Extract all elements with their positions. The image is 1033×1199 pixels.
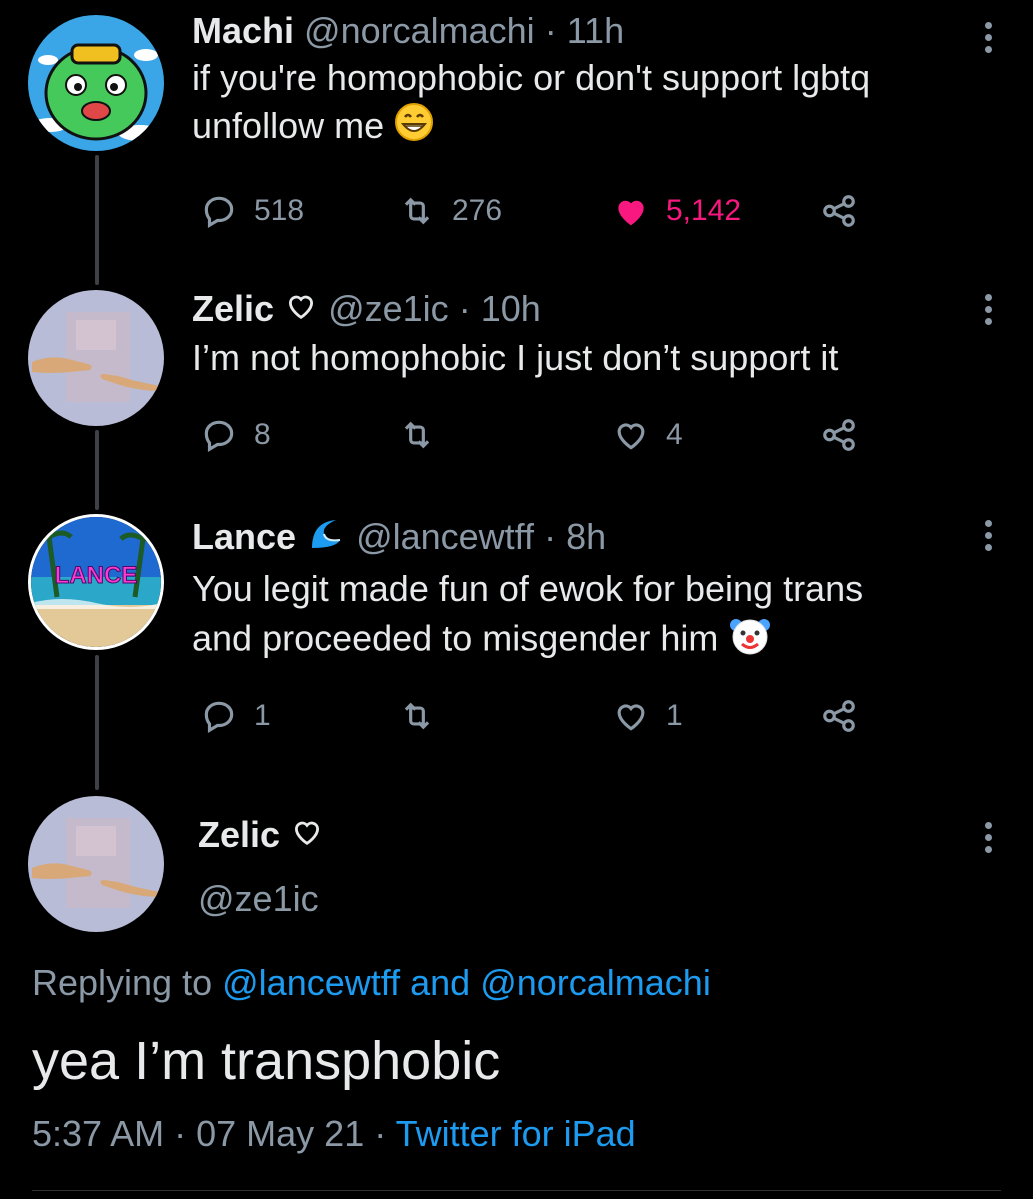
share-button[interactable] [820, 192, 858, 230]
wave-emoji [306, 514, 346, 565]
reply-icon [204, 196, 234, 229]
user-handle[interactable]: @lancewtff [356, 516, 534, 557]
replying-prefix: Replying to [32, 962, 213, 1003]
user-handle[interactable]: @norcalmachi [304, 10, 535, 51]
thread-line [95, 155, 99, 285]
avatar-machi[interactable] [28, 15, 164, 151]
reply-count: 1 [254, 699, 271, 732]
tweet-date: 07 May 21 [196, 1113, 365, 1154]
focused-tweet-text: yea I’m transphobic [32, 1031, 501, 1091]
retweet-button[interactable] [398, 416, 452, 454]
share-icon [823, 700, 855, 732]
display-name[interactable]: Zelic [198, 814, 280, 855]
tweet-text: I’m not homophobic I just don’t support … [192, 334, 962, 382]
retweet-icon [404, 197, 430, 225]
share-icon [823, 419, 855, 451]
more-options-icon[interactable] [985, 822, 995, 853]
tweet-metadata: 5:37 AM · 07 May 21 · Twitter for iPad [32, 1113, 636, 1155]
tweet-text-line-with-emoji: unfollow me [192, 102, 962, 154]
heart-outline-icon [284, 288, 318, 334]
reply-button[interactable]: 1 [200, 697, 271, 735]
tweet-lance[interactable]: Lance @lancewtff · 8h You legit made fun… [192, 514, 1033, 669]
avatar-zelic-focused[interactable] [28, 796, 164, 932]
timestamp[interactable]: 8h [566, 516, 606, 557]
tweet-source[interactable]: Twitter for iPad [396, 1113, 636, 1154]
like-count: 4 [666, 418, 683, 451]
tweet-header: Machi @norcalmachi · 11h [192, 8, 1033, 54]
separator-dot: · [544, 10, 557, 51]
timestamp[interactable]: 10h [481, 288, 541, 329]
share-button[interactable] [820, 697, 858, 735]
tweet-text-line: I’m not homophobic I just don’t support … [192, 337, 839, 379]
reply-and[interactable]: and [410, 962, 470, 1003]
tweet-header: Zelic @ze1ic · 10h [192, 286, 1033, 334]
reply-mention-lancewtff[interactable]: @lancewtff [222, 962, 400, 1003]
tweet-header: Lance @lancewtff · 8h [192, 514, 1033, 565]
tweet-zelic[interactable]: Zelic @ze1ic · 10h I’m not homophobic I … [192, 286, 1033, 382]
tweet-text-line: and proceeded to misgender him [192, 617, 719, 659]
tweet-text-line: You legit made fun of ewok for being tra… [192, 568, 864, 609]
tweet-text: if you're homophobic or don't support lg… [192, 54, 962, 154]
tweet-text-line: if you're homophobic or don't support lg… [192, 57, 871, 98]
separator-dot: · [544, 516, 557, 558]
retweet-icon [404, 702, 430, 730]
display-name[interactable]: Machi [192, 10, 294, 51]
reply-count: 518 [254, 194, 305, 227]
more-options-icon[interactable] [985, 294, 995, 325]
user-handle[interactable]: @ze1ic [328, 288, 449, 329]
tweet-actions: 8 4 [192, 416, 872, 456]
reply-button[interactable]: 8 [200, 416, 271, 454]
divider [32, 1190, 1001, 1191]
tweet-text-line-with-emoji: and proceeded to misgender him [192, 613, 962, 669]
like-button[interactable]: 4 [612, 416, 683, 454]
svg-text:LANCE: LANCE [55, 562, 138, 589]
tweet-time: 5:37 AM [32, 1113, 165, 1154]
heart-outline-icon [617, 704, 645, 731]
more-options-icon[interactable] [985, 520, 995, 551]
retweet-count: 276 [452, 194, 503, 227]
reply-icon [204, 701, 234, 734]
user-handle[interactable]: @ze1ic [198, 876, 319, 922]
reply-count: 8 [254, 418, 271, 451]
separator-dot: · [374, 1113, 387, 1154]
retweet-button[interactable] [398, 697, 452, 735]
separator-dot: · [174, 1113, 187, 1154]
replying-to: Replying to @lancewtff and @norcalmachi [32, 962, 711, 1004]
like-button[interactable]: 1 [612, 697, 683, 735]
more-options-icon[interactable] [985, 22, 995, 53]
timestamp[interactable]: 11h [567, 10, 624, 51]
heart-outline-icon [617, 423, 645, 450]
avatar-zelic[interactable] [28, 290, 164, 426]
focused-author-name: Zelic [198, 812, 324, 860]
reply-mention-norcalmachi[interactable]: @norcalmachi [480, 962, 711, 1003]
tweet-machi[interactable]: Machi @norcalmachi · 11h if you're homop… [192, 8, 1033, 154]
retweet-icon [404, 421, 430, 449]
reply-button[interactable]: 518 [200, 192, 304, 230]
like-count: 1 [666, 699, 683, 732]
grinning-face-emoji [394, 102, 434, 154]
tweet-actions: 518 276 5,142 [192, 192, 872, 232]
clown-face-emoji [728, 613, 772, 669]
display-name[interactable]: Lance [192, 516, 296, 557]
heart-outline-icon [290, 814, 324, 860]
share-icon [823, 195, 855, 227]
reply-icon [204, 420, 234, 453]
heart-filled-icon [618, 200, 644, 226]
like-count: 5,142 [666, 194, 742, 227]
share-button[interactable] [820, 416, 858, 454]
display-name[interactable]: Zelic [192, 288, 274, 329]
thread-line [95, 430, 99, 510]
tweet-text-line: unfollow me [192, 105, 385, 146]
retweet-button[interactable]: 276 [398, 192, 502, 230]
like-button[interactable]: 5,142 [612, 192, 741, 230]
separator-dot: · [458, 288, 471, 329]
tweet-actions: 1 1 [192, 697, 872, 737]
thread-line [95, 655, 99, 790]
tweet-text: You legit made fun of ewok for being tra… [192, 565, 962, 669]
avatar-lance[interactable]: LANCE [28, 514, 164, 650]
